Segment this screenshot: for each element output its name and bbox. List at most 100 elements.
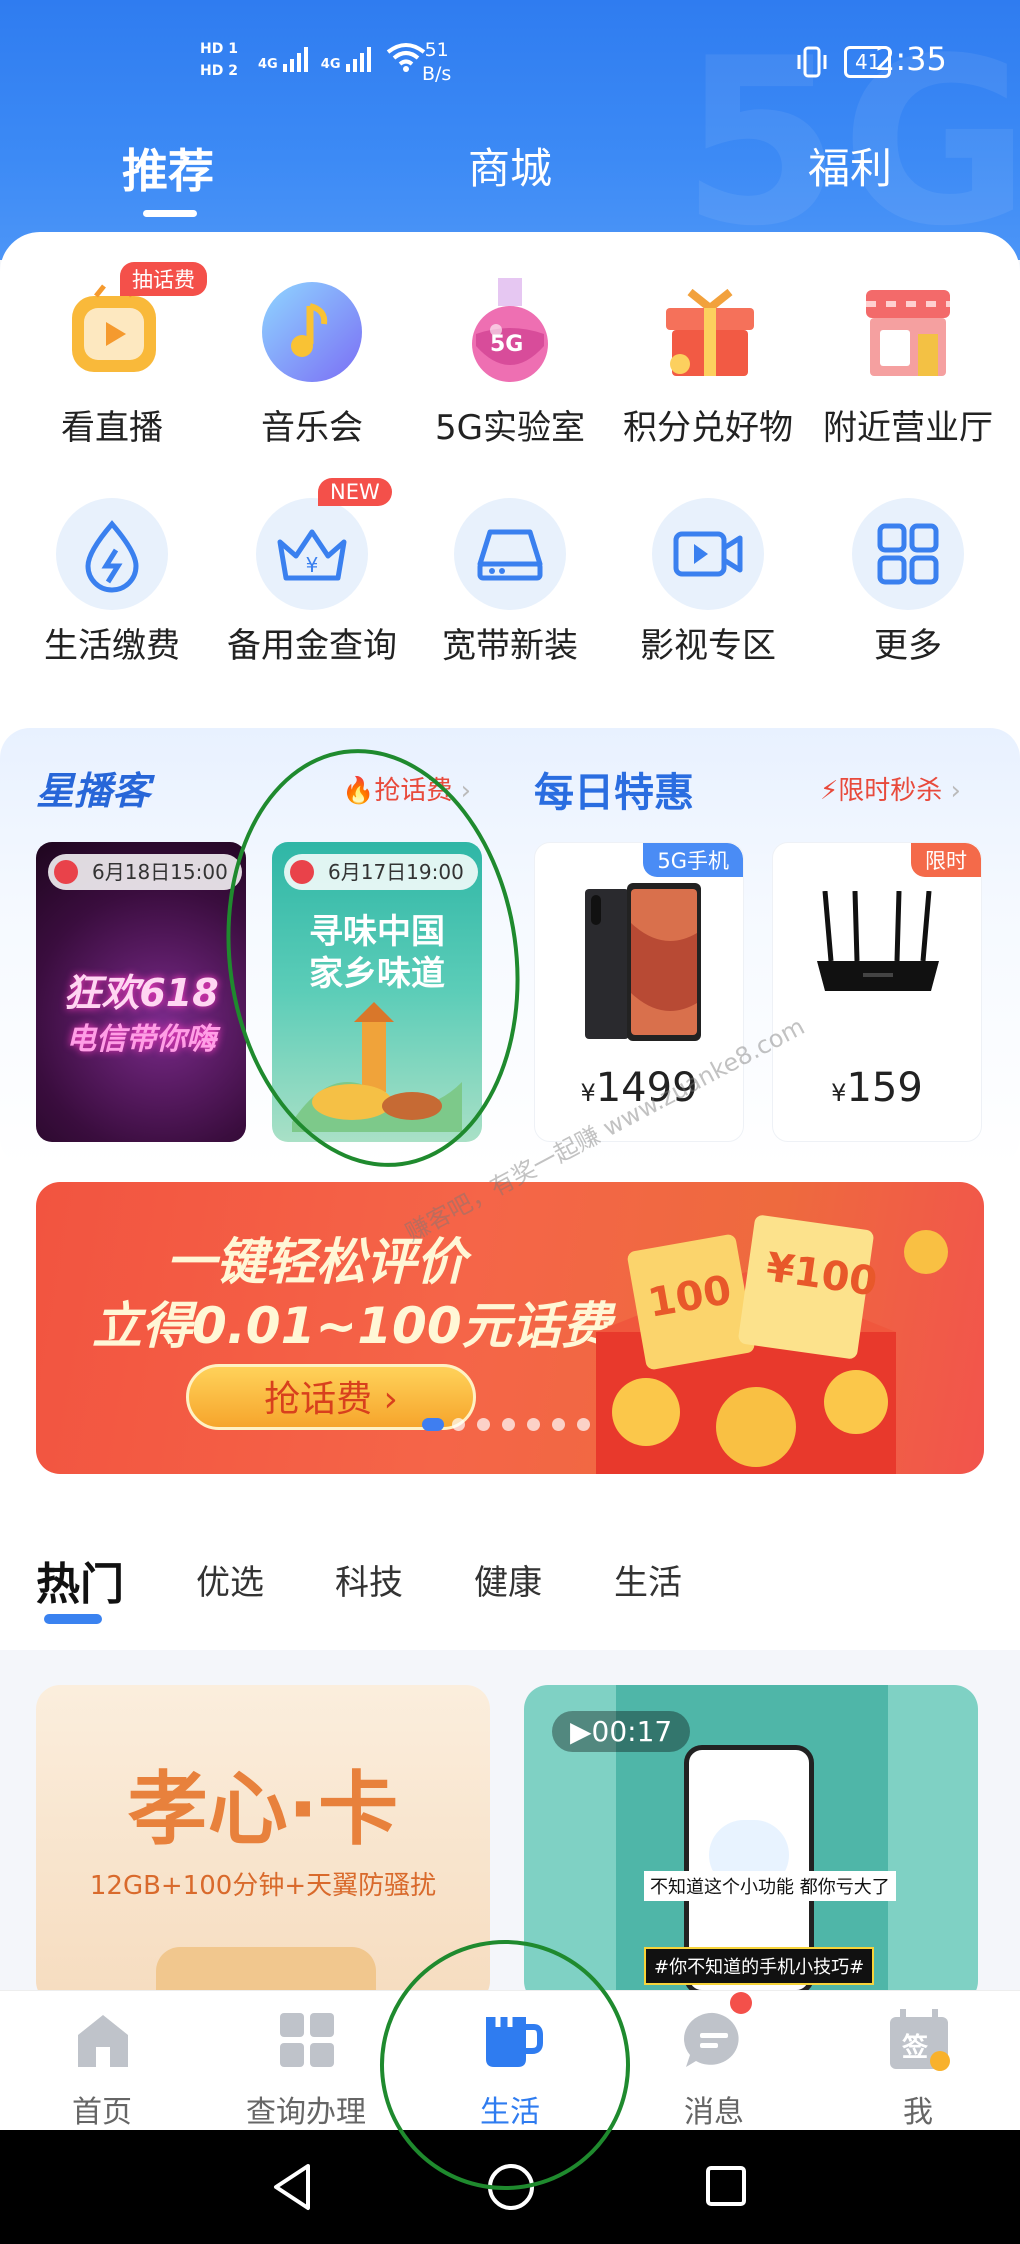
- message-icon: [684, 2012, 739, 2067]
- status-bar: HD 1 HD 2 4G 4G 51 B/s 41 2:35: [0, 30, 1020, 100]
- category-tab-selected[interactable]: 优选: [196, 1555, 264, 1604]
- net-speed-unit: B/s: [422, 63, 452, 85]
- sign-in-label: 签: [902, 2033, 929, 2063]
- net-speed: 51 B/s: [422, 38, 451, 86]
- feed-video-card[interactable]: ▶00:17 不知道这个小功能 都你亏大了 #你不知道的手机小技巧#: [524, 1685, 978, 2005]
- xingboke-title[interactable]: 星播客: [36, 760, 150, 815]
- category-tab-tech[interactable]: 科技: [335, 1555, 403, 1604]
- live-icon: [54, 860, 78, 884]
- signal1-label: 4G: [258, 57, 278, 72]
- grid-label: 看直播: [61, 408, 163, 448]
- category-tab-life[interactable]: 生活: [614, 1555, 682, 1604]
- more-grid-icon: [852, 498, 964, 610]
- nav-home[interactable]: 首页: [0, 1991, 204, 2131]
- product-card[interactable]: 限时 ¥159: [772, 842, 982, 1142]
- net-speed-value: 51: [424, 39, 449, 61]
- grid-item-5g-lab[interactable]: 5G 5G实验室: [410, 262, 610, 452]
- water-lightning-icon: [56, 498, 168, 610]
- gift-box-icon: [660, 284, 760, 384]
- back-icon[interactable]: [270, 2162, 314, 2212]
- nav-me[interactable]: 签 我: [816, 1991, 1020, 2131]
- tab-active-indicator: [143, 210, 197, 217]
- grab-credit-button-label: 抢话费: [264, 1379, 373, 1420]
- grid-badge-new: NEW: [318, 478, 392, 506]
- router-icon: [454, 498, 566, 610]
- hd2-label: HD 2: [200, 63, 238, 79]
- wifi-icon: [386, 43, 425, 72]
- carousel-dot[interactable]: [527, 1418, 540, 1431]
- tab-welfare[interactable]: 福利: [808, 135, 892, 196]
- grid-label: 影视专区: [640, 626, 776, 666]
- signal-indicator: 4G 4G: [258, 42, 426, 72]
- unread-dot: [730, 1992, 752, 2014]
- video-duration-value: 00:17: [591, 1715, 673, 1748]
- grid-item-live[interactable]: 抽话费 看直播: [12, 262, 212, 452]
- home-icon: [78, 2015, 128, 2067]
- grid-item-reserve-fund[interactable]: ¥ NEW 备用金查询: [212, 478, 412, 668]
- grid-label: 积分兑好物: [623, 408, 793, 448]
- grid-label: 备用金查询: [227, 626, 397, 666]
- signal-bars-icon: [346, 47, 372, 72]
- price-value: 159: [846, 1065, 923, 1111]
- carousel-dot[interactable]: [452, 1418, 465, 1431]
- nav-label: 首页: [72, 2095, 132, 2130]
- video-hashtag: #你不知道的手机小技巧#: [644, 1947, 875, 1985]
- signal2-label: 4G: [320, 57, 341, 72]
- product-tag: 限时: [911, 843, 981, 877]
- carousel-dot[interactable]: [477, 1418, 490, 1431]
- grid-item-concert[interactable]: 音乐会: [212, 262, 412, 452]
- flash-sale-label: 限时秒杀: [838, 776, 943, 806]
- nav-label: 消息: [684, 2095, 744, 2130]
- recents-icon[interactable]: [704, 2164, 748, 2208]
- nav-label: 我: [903, 2095, 933, 2130]
- grid-item-bill-pay[interactable]: 生活缴费: [12, 478, 212, 668]
- product-price: ¥159: [773, 1065, 981, 1111]
- product-tag: 5G手机: [643, 843, 743, 877]
- flash-sale-tag[interactable]: ⚡限时秒杀 ›: [820, 770, 961, 807]
- grid-label: 附近营业厅: [823, 408, 993, 448]
- category-tab-health[interactable]: 健康: [474, 1555, 542, 1604]
- feed-card[interactable]: 孝心·卡 12GB+100分钟+天翼防骚扰: [36, 1685, 490, 2005]
- phone-image: [585, 883, 701, 1041]
- grid-label: 宽带新装: [442, 626, 578, 666]
- chevron-right-icon: ›: [942, 776, 961, 806]
- carousel-dot[interactable]: [552, 1418, 565, 1431]
- grid-item-more[interactable]: 更多: [808, 478, 1008, 668]
- grid-item-broadband[interactable]: 宽带新装: [410, 478, 610, 668]
- video-camera-icon: [652, 498, 764, 610]
- flask-label: 5G: [490, 332, 524, 357]
- category-active-indicator: [44, 1614, 102, 1624]
- category-tab-hot[interactable]: 热门: [36, 1548, 124, 1612]
- top-tabs: 推荐 商城 福利: [0, 135, 1020, 198]
- banner-subheadline: 立得0.01~100元话费: [92, 1297, 612, 1355]
- tab-recommend[interactable]: 推荐: [122, 135, 214, 201]
- carousel-dot[interactable]: [502, 1418, 515, 1431]
- nav-messages[interactable]: 消息: [612, 1991, 816, 2131]
- grid-label: 更多: [874, 626, 942, 666]
- signal-bars-icon: [283, 47, 309, 72]
- tab-mall[interactable]: 商城: [468, 135, 552, 196]
- grid-badge: 抽话费: [120, 262, 207, 296]
- lightning-icon: ⚡: [820, 776, 839, 806]
- live-card[interactable]: 6月18日15:00 狂欢618 电信带你嗨: [36, 842, 246, 1142]
- grid-item-store[interactable]: 附近营业厅: [808, 262, 1008, 452]
- clock: 2:35: [875, 40, 947, 78]
- flask-5g-icon: 5G: [462, 276, 558, 388]
- nav-query[interactable]: 查询办理: [204, 1991, 408, 2131]
- video-duration: ▶00:17: [552, 1711, 691, 1752]
- grid-item-video-zone[interactable]: 影视专区: [608, 478, 808, 668]
- crown-yen-icon: ¥: [256, 498, 368, 610]
- carousel-dot[interactable]: [422, 1418, 444, 1431]
- carousel-dot[interactable]: [577, 1418, 590, 1431]
- svg-text:¥: ¥: [306, 553, 319, 577]
- grid-label: 生活缴费: [44, 626, 180, 666]
- video-caption: 不知道这个小功能 都你亏大了: [644, 1871, 896, 1901]
- grid-item-points[interactable]: 积分兑好物: [608, 262, 808, 452]
- feed-card-title: 孝心·卡: [127, 1763, 399, 1856]
- header: 5G HD 1 HD 2 4G 4G 51 B/s 41 2:35 推荐 商城 …: [0, 0, 1020, 260]
- hd1-label: HD 1: [200, 41, 238, 57]
- daily-deals-title[interactable]: 每日特惠: [534, 760, 694, 818]
- tv-play-icon: [66, 282, 162, 382]
- live-title-line2: 电信带你嗨: [66, 1022, 216, 1057]
- store-icon: [856, 284, 960, 384]
